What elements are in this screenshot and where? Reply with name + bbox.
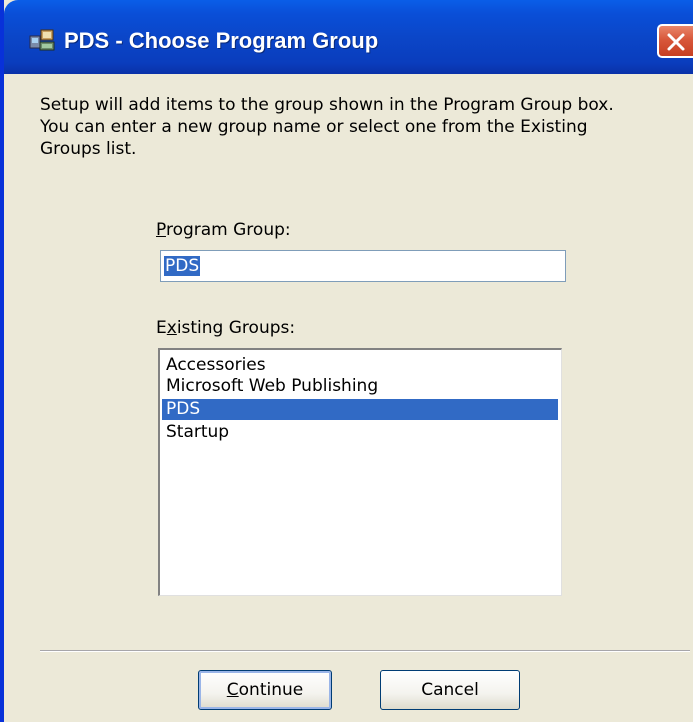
instructions-text: Setup will add items to the group shown … bbox=[40, 94, 680, 160]
program-group-label: Program Group: bbox=[156, 220, 291, 240]
program-group-value: PDS bbox=[164, 256, 201, 276]
title-bar[interactable]: PDS - Choose Program Group bbox=[4, 0, 693, 74]
dialog-window: PDS - Choose Program Group Setup will ad… bbox=[0, 0, 693, 722]
existing-groups-label-first: E bbox=[156, 318, 167, 338]
window-title: PDS - Choose Program Group bbox=[64, 28, 379, 53]
program-group-mnemonic: P bbox=[156, 220, 166, 240]
instructions-line: Groups list. bbox=[40, 139, 137, 159]
instructions-line: Setup will add items to the group shown … bbox=[40, 95, 614, 115]
divider bbox=[40, 650, 690, 652]
continue-mnemonic: C bbox=[226, 680, 239, 700]
existing-groups-label: Existing Groups: bbox=[156, 318, 295, 338]
setup-icon bbox=[28, 26, 56, 54]
existing-groups-label-text: isting Groups: bbox=[176, 318, 296, 338]
list-item-microsoft-web-publishing[interactable]: Microsoft Web Publishing bbox=[162, 376, 558, 397]
existing-groups-mnemonic: x bbox=[166, 318, 177, 338]
continue-button[interactable]: Continue bbox=[198, 670, 332, 710]
list-item-pds[interactable]: PDS bbox=[162, 399, 558, 420]
continue-label: ontinue bbox=[238, 680, 304, 700]
existing-groups-list[interactable]: Accessories Microsoft Web Publishing PDS… bbox=[158, 348, 562, 596]
cancel-button[interactable]: Cancel bbox=[380, 670, 520, 710]
close-button[interactable] bbox=[657, 24, 693, 58]
program-group-label-text: rogram Group: bbox=[165, 220, 291, 240]
instructions-line: You can enter a new group name or select… bbox=[40, 117, 588, 137]
program-group-input[interactable]: PDS bbox=[160, 250, 566, 282]
list-item-startup[interactable]: Startup bbox=[162, 422, 558, 443]
list-item-accessories[interactable]: Accessories bbox=[162, 355, 558, 376]
